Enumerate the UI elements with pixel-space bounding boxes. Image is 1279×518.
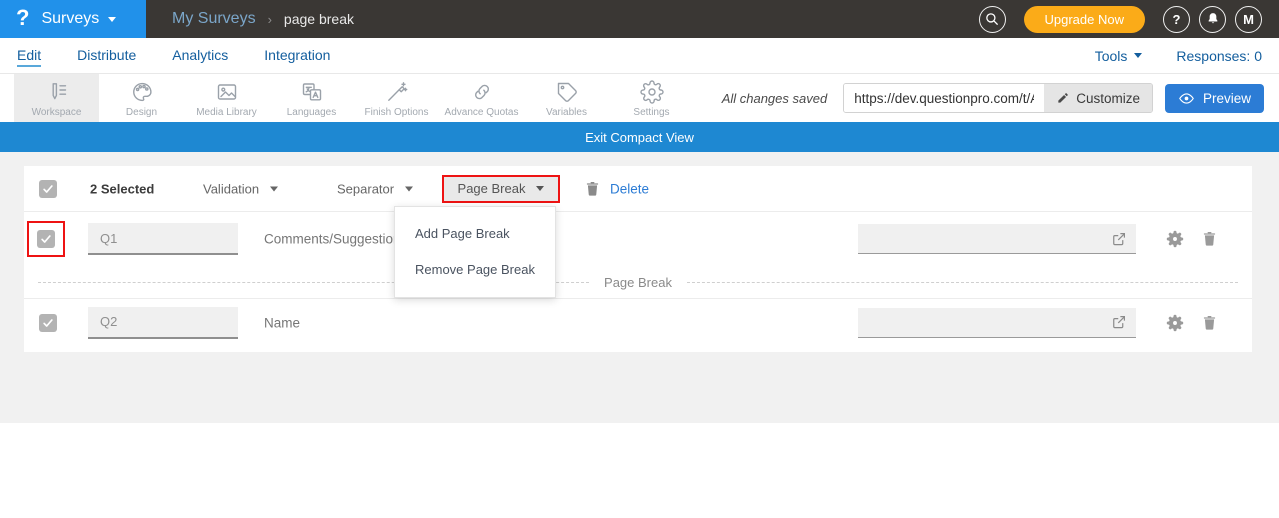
- eye-icon: [1178, 90, 1195, 107]
- chain-icon: [470, 78, 494, 105]
- breadcrumb-my-surveys[interactable]: My Surveys: [172, 10, 256, 28]
- tab-edit[interactable]: Edit: [17, 39, 41, 72]
- tab-analytics[interactable]: Analytics: [172, 39, 228, 72]
- tab-distribute[interactable]: Distribute: [77, 39, 136, 72]
- breadcrumb-current-survey: page break: [284, 11, 354, 27]
- upgrade-now-button[interactable]: Upgrade Now: [1024, 6, 1146, 33]
- open-answer-button-q1[interactable]: [1110, 230, 1136, 248]
- toolbar-item-settings[interactable]: Settings: [609, 74, 694, 122]
- menu-item-remove-page-break[interactable]: Remove Page Break: [395, 252, 555, 288]
- workspace-area: 2 Selected Validation Separator Page Bre…: [0, 152, 1279, 423]
- survey-url-input[interactable]: [844, 84, 1044, 112]
- page-break-divider: Page Break: [24, 266, 1252, 298]
- workspace-icon: [45, 78, 69, 105]
- trash-icon: [1201, 231, 1218, 248]
- toolbar-item-languages[interactable]: Languages: [269, 74, 354, 122]
- external-link-icon: [1110, 230, 1128, 248]
- app-header: ? Surveys My Surveys › page break Upgrad…: [0, 0, 1279, 38]
- select-all-checkbox[interactable]: [39, 180, 57, 198]
- toolbar-item-advance-quotas[interactable]: Advance Quotas: [439, 74, 524, 122]
- wand-icon: [385, 78, 409, 105]
- survey-url-group: Customize: [843, 83, 1153, 113]
- check-icon: [42, 183, 54, 195]
- question-settings-button-q1[interactable]: [1166, 230, 1184, 248]
- surveys-menu[interactable]: ? Surveys: [0, 0, 146, 38]
- pencil-icon: [1056, 91, 1070, 105]
- customize-url-button[interactable]: Customize: [1044, 84, 1152, 112]
- notifications-button[interactable]: [1199, 6, 1226, 33]
- toolbar-item-variables[interactable]: Variables: [524, 74, 609, 122]
- menu-item-add-page-break[interactable]: Add Page Break: [395, 216, 555, 252]
- question-settings-button-q2[interactable]: [1166, 314, 1184, 332]
- responses-count[interactable]: Responses: 0: [1176, 48, 1262, 64]
- question-delete-button-q1[interactable]: [1201, 231, 1218, 248]
- survey-nav: Edit Distribute Analytics Integration To…: [0, 38, 1279, 74]
- translate-icon: [300, 78, 324, 105]
- chevron-down-icon: [270, 186, 278, 191]
- palette-icon: [130, 78, 154, 105]
- gear-icon: [1166, 230, 1184, 248]
- chevron-down-icon: [405, 186, 413, 191]
- chevron-down-icon: [536, 186, 544, 191]
- selected-count-label: 2 Selected: [90, 181, 154, 196]
- question-code-input-q2[interactable]: [88, 307, 238, 339]
- tools-dropdown[interactable]: Tools: [1095, 48, 1143, 64]
- breadcrumb: My Surveys › page break: [172, 10, 354, 28]
- toolbar-item-design[interactable]: Design: [99, 74, 184, 122]
- questionpro-logo-icon: ?: [16, 7, 29, 29]
- chevron-down-icon: [1134, 53, 1142, 58]
- answer-field-q2: [858, 308, 1136, 338]
- question-title-q1: Comments/Suggestions:: [264, 232, 411, 247]
- question-row-q2: Name: [24, 298, 1252, 346]
- answer-field-q1: [858, 224, 1136, 254]
- question-title-q2: Name: [264, 315, 300, 330]
- delete-selected-button[interactable]: Delete: [584, 180, 649, 197]
- image-icon: [215, 78, 239, 105]
- question-code-input-q1[interactable]: [88, 223, 238, 255]
- bell-icon: [1205, 11, 1221, 27]
- question-checkbox-q2[interactable]: [39, 314, 57, 332]
- breadcrumb-separator-icon: ›: [268, 12, 272, 27]
- tab-integration[interactable]: Integration: [264, 39, 330, 72]
- answer-input-q2[interactable]: [858, 308, 1110, 337]
- toolbar-item-workspace[interactable]: Workspace: [14, 74, 99, 122]
- question-checkbox-q1[interactable]: [37, 230, 55, 248]
- search-button[interactable]: [979, 6, 1006, 33]
- trash-icon: [1201, 314, 1218, 331]
- validation-dropdown[interactable]: Validation: [203, 181, 278, 196]
- page-break-dropdown[interactable]: Page Break: [442, 175, 560, 203]
- answer-input-q1[interactable]: [858, 224, 1110, 253]
- check-icon: [40, 233, 52, 245]
- page-break-divider-label: Page Break: [604, 275, 672, 290]
- toolbar-item-finish-options[interactable]: Finish Options: [354, 74, 439, 122]
- chevron-down-icon: [108, 17, 116, 22]
- exit-compact-view-banner[interactable]: Exit Compact View: [0, 122, 1279, 152]
- edit-toolbar: Workspace Design Media Library Languages…: [0, 74, 1279, 122]
- tag-icon: [555, 78, 579, 105]
- tutorial-highlight-box: [27, 221, 65, 257]
- open-answer-button-q2[interactable]: [1110, 313, 1136, 331]
- question-row-q1: Comments/Suggestions:: [24, 212, 1252, 266]
- toolbar-item-media-library[interactable]: Media Library: [184, 74, 269, 122]
- separator-dropdown[interactable]: Separator: [337, 181, 413, 196]
- check-icon: [42, 317, 54, 329]
- external-link-icon: [1110, 313, 1128, 331]
- avatar[interactable]: M: [1235, 6, 1262, 33]
- question-delete-button-q2[interactable]: [1201, 314, 1218, 331]
- divider-line: [687, 282, 1238, 283]
- help-button[interactable]: ?: [1163, 6, 1190, 33]
- gear-icon: [640, 78, 664, 105]
- selection-toolbar: 2 Selected Validation Separator Page Bre…: [24, 166, 1252, 212]
- autosave-status: All changes saved: [722, 91, 828, 106]
- product-label: Surveys: [41, 10, 99, 28]
- trash-icon: [584, 180, 601, 197]
- search-icon: [983, 10, 1001, 28]
- help-icon: ?: [1173, 12, 1181, 27]
- header-actions: Upgrade Now ? M: [979, 6, 1279, 33]
- page-break-menu: Add Page Break Remove Page Break: [394, 206, 556, 298]
- questions-card: 2 Selected Validation Separator Page Bre…: [24, 166, 1252, 352]
- gear-icon: [1166, 314, 1184, 332]
- preview-button[interactable]: Preview: [1165, 84, 1264, 113]
